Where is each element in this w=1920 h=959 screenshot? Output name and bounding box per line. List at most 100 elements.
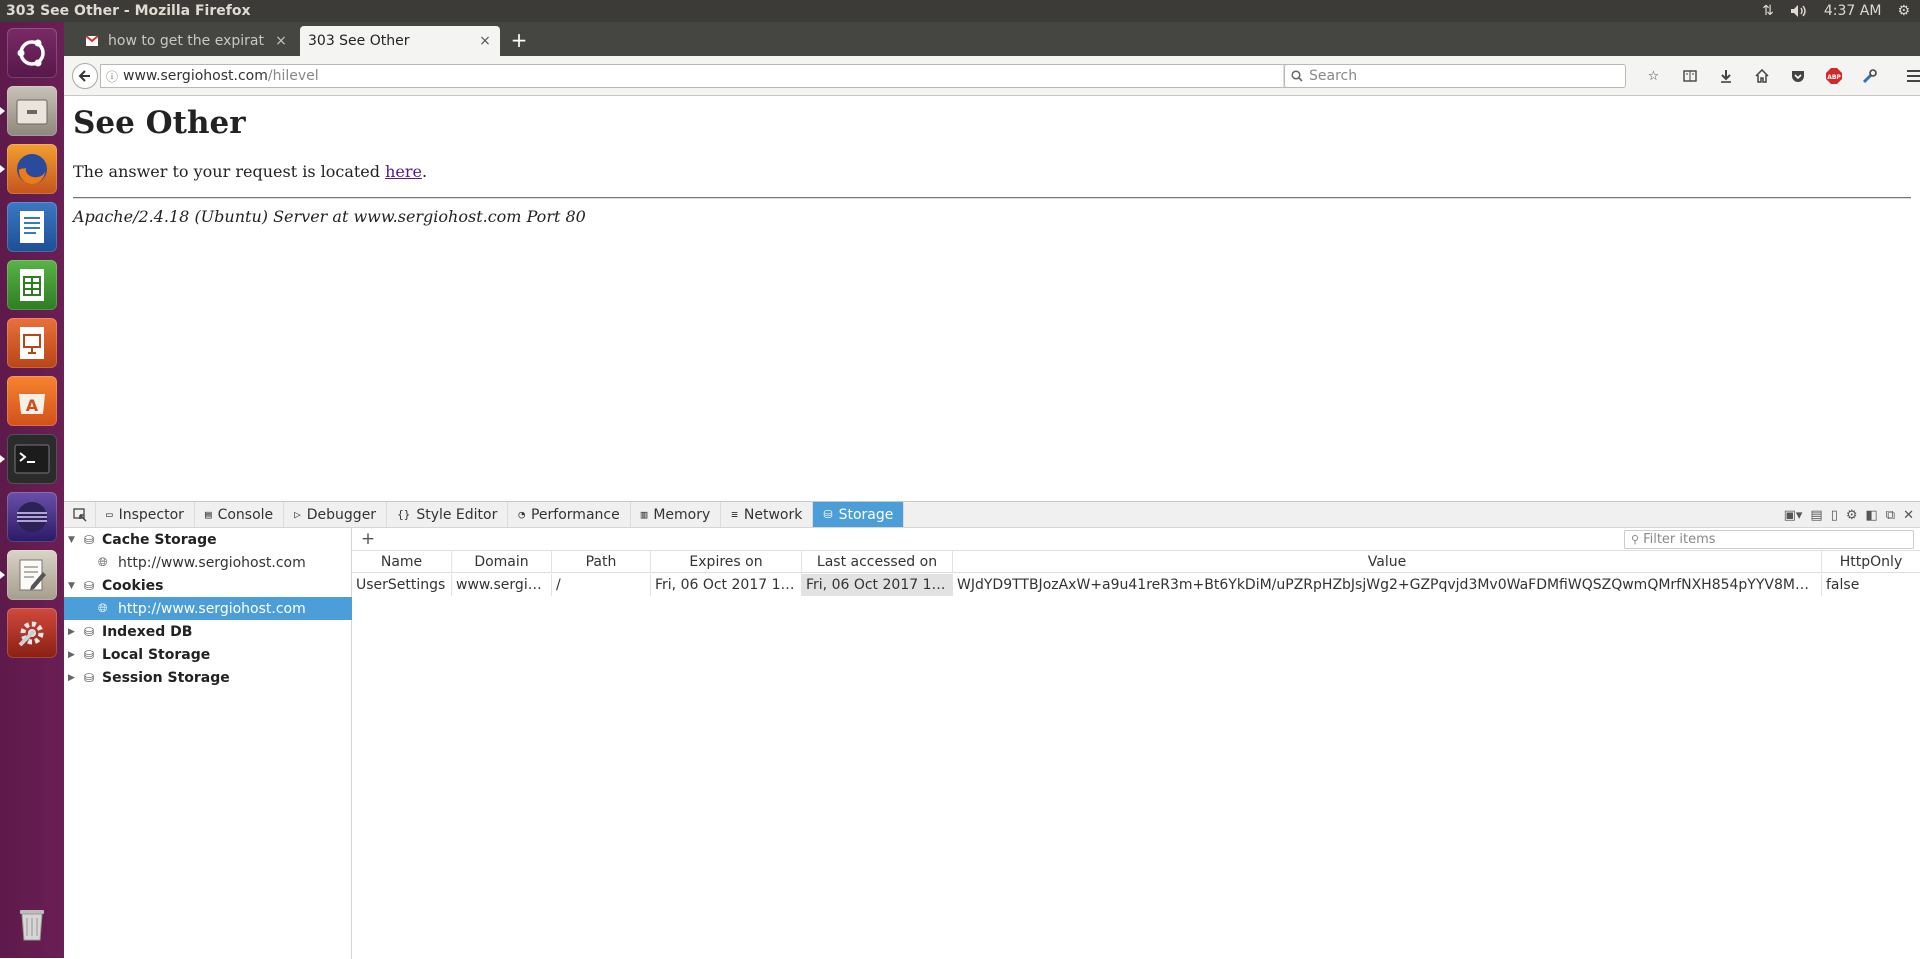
url-bar[interactable]: ⓘ www.sergiohost.com/hilevel ↻: [100, 64, 1314, 88]
tab-303-see-other[interactable]: 303 See Other ×: [300, 26, 500, 56]
expanded-twisty-icon[interactable]: ▼: [68, 581, 80, 591]
tab-label: Performance: [530, 506, 620, 523]
options-gear-icon[interactable]: ⚙: [1846, 508, 1858, 523]
search-input[interactable]: Search: [1284, 64, 1626, 88]
inspector-icon: ▭: [106, 508, 113, 521]
impress-icon[interactable]: [7, 318, 57, 368]
tab-performance[interactable]: ◔ Performance: [508, 502, 631, 527]
tree-cookies[interactable]: ▼ ⛁ Cookies: [64, 574, 352, 597]
tab-label: Debugger: [306, 506, 377, 523]
tree-cache-storage[interactable]: ▼ ⛁ Cache Storage: [64, 528, 352, 551]
cell-expires[interactable]: Fri, 06 Oct 2017 16…: [651, 574, 802, 596]
globe-icon: 🌐︎: [98, 555, 108, 569]
ubuntu-dash-icon[interactable]: [7, 28, 57, 78]
collapsed-twisty-icon[interactable]: ▶: [68, 673, 80, 683]
tab-console[interactable]: ▤ Console: [195, 502, 285, 527]
tab-style-editor[interactable]: {} Style Editor: [387, 502, 509, 527]
top-panel: 303 See Other - Mozilla Firefox ⇅ 4:37 A…: [0, 0, 1920, 22]
split-console-icon[interactable]: ▣▾: [1784, 508, 1803, 523]
files-icon[interactable]: [0, 86, 57, 136]
storage-icon: ⛁: [823, 508, 833, 521]
cell-httponly[interactable]: false: [1822, 574, 1920, 596]
here-link[interactable]: here: [385, 162, 422, 181]
tab-title: 303 See Other: [308, 33, 410, 49]
bookmark-star-icon[interactable]: ☆: [1642, 64, 1665, 88]
calc-icon[interactable]: [7, 260, 57, 310]
table-row[interactable]: UserSettings www.sergi… / Fri, 06 Oct 20…: [352, 574, 1920, 596]
close-tab-icon[interactable]: ×: [478, 33, 492, 49]
software-center-icon[interactable]: A: [7, 376, 57, 426]
collapsed-twisty-icon[interactable]: ▶: [68, 650, 80, 660]
tab-storage[interactable]: ⛁ Storage: [813, 502, 905, 527]
tab-network[interactable]: ≡ Network: [721, 502, 814, 527]
dock-side-icon[interactable]: ◧: [1866, 508, 1878, 523]
tab-label: Storage: [838, 506, 894, 523]
expanded-twisty-icon[interactable]: ▼: [68, 535, 80, 545]
hamburger-menu-icon[interactable]: [1902, 64, 1920, 88]
filter-icon: ⚲: [1631, 533, 1640, 546]
network-icon[interactable]: ⇅: [1762, 3, 1774, 19]
tab-label: Style Editor: [416, 506, 498, 523]
cell-domain[interactable]: www.sergi…: [452, 574, 552, 596]
cell-name[interactable]: UserSettings: [352, 574, 452, 596]
column-header-name[interactable]: Name: [352, 551, 452, 573]
column-header-last-accessed[interactable]: Last accessed on: [802, 551, 953, 573]
clock[interactable]: 4:37 AM: [1824, 3, 1882, 19]
volume-icon[interactable]: [1790, 4, 1808, 18]
filter-items-input[interactable]: ⚲ Filter items: [1624, 530, 1914, 549]
database-icon: ⛁: [83, 624, 95, 639]
navigation-bar: ⓘ www.sergiohost.com/hilevel ↻ Search ☆ …: [64, 56, 1920, 96]
settings-gear-icon[interactable]: ⚙: [1897, 3, 1910, 19]
tab-title: how to get the expirat: [108, 33, 264, 49]
developer-tools-icon[interactable]: [1858, 64, 1881, 88]
back-button[interactable]: [72, 63, 98, 89]
firefox-icon[interactable]: [0, 144, 57, 194]
answer-suffix: .: [421, 162, 428, 181]
tree-cache-origin[interactable]: 🌐︎ http://www.sergiohost.com: [64, 551, 352, 574]
collapsed-twisty-icon[interactable]: ▶: [68, 627, 80, 637]
style-editor-icon: {}: [397, 508, 411, 521]
home-icon[interactable]: [1750, 64, 1773, 88]
eclipse-icon[interactable]: [7, 492, 57, 542]
column-header-domain[interactable]: Domain: [452, 551, 552, 573]
separate-window-icon[interactable]: ⧉: [1886, 508, 1895, 523]
tree-indexed-db[interactable]: ▶ ⛁ Indexed DB: [64, 620, 352, 643]
devtools-panel: ▭ Inspector ▤ Console ▷ Debugger {} Style Ed…: [64, 501, 1920, 959]
tab-gmail[interactable]: how to get the expirat ×: [78, 26, 296, 56]
tab-memory[interactable]: ▥ Memory: [631, 502, 722, 527]
column-header-value[interactable]: Value: [953, 551, 1822, 573]
close-tab-icon[interactable]: ×: [274, 33, 288, 49]
adblock-plus-icon[interactable]: ABP: [1822, 64, 1845, 88]
column-header-expires[interactable]: Expires on: [651, 551, 802, 573]
cell-path[interactable]: /: [552, 574, 651, 596]
trash-icon[interactable]: [7, 898, 57, 948]
site-info-icon[interactable]: ⓘ: [101, 68, 123, 85]
search-placeholder: Search: [1309, 68, 1358, 84]
tab-debugger[interactable]: ▷ Debugger: [284, 502, 388, 527]
column-header-path[interactable]: Path: [552, 551, 651, 573]
terminal-icon[interactable]: [0, 434, 57, 484]
answer-paragraph: The answer to your request is located he…: [73, 162, 427, 181]
reading-list-icon[interactable]: [1678, 64, 1701, 88]
url-host: www.sergiohost.com: [123, 68, 268, 84]
close-devtools-icon[interactable]: ✕: [1903, 508, 1914, 523]
text-editor-icon[interactable]: [0, 550, 57, 600]
add-item-button[interactable]: +: [358, 529, 378, 549]
system-settings-icon[interactable]: [7, 608, 57, 658]
launcher: A: [0, 22, 64, 958]
writer-icon[interactable]: [7, 202, 57, 252]
tree-session-storage[interactable]: ▶ ⛁ Session Storage: [64, 666, 352, 689]
column-header-httponly[interactable]: HttpOnly: [1822, 551, 1920, 573]
tree-cookies-origin[interactable]: 🌐︎ http://www.sergiohost.com: [64, 597, 352, 620]
new-tab-button[interactable]: +: [508, 29, 530, 51]
pocket-icon[interactable]: [1786, 64, 1809, 88]
scratchpad-icon[interactable]: ▤: [1810, 508, 1822, 523]
cell-last-accessed[interactable]: Fri, 06 Oct 2017 15…: [802, 574, 953, 596]
tree-local-storage[interactable]: ▶ ⛁ Local Storage: [64, 643, 352, 666]
responsive-mode-icon[interactable]: ▯: [1831, 508, 1838, 523]
tree-label: Local Storage: [102, 646, 211, 663]
element-picker-icon[interactable]: [64, 502, 96, 527]
downloads-icon[interactable]: [1714, 64, 1737, 88]
tab-inspector[interactable]: ▭ Inspector: [96, 502, 195, 527]
cell-value[interactable]: WJdYD9TTBJozAxW+a9u41reR3m+Bt6YkDiM/uPZR…: [953, 574, 1822, 596]
